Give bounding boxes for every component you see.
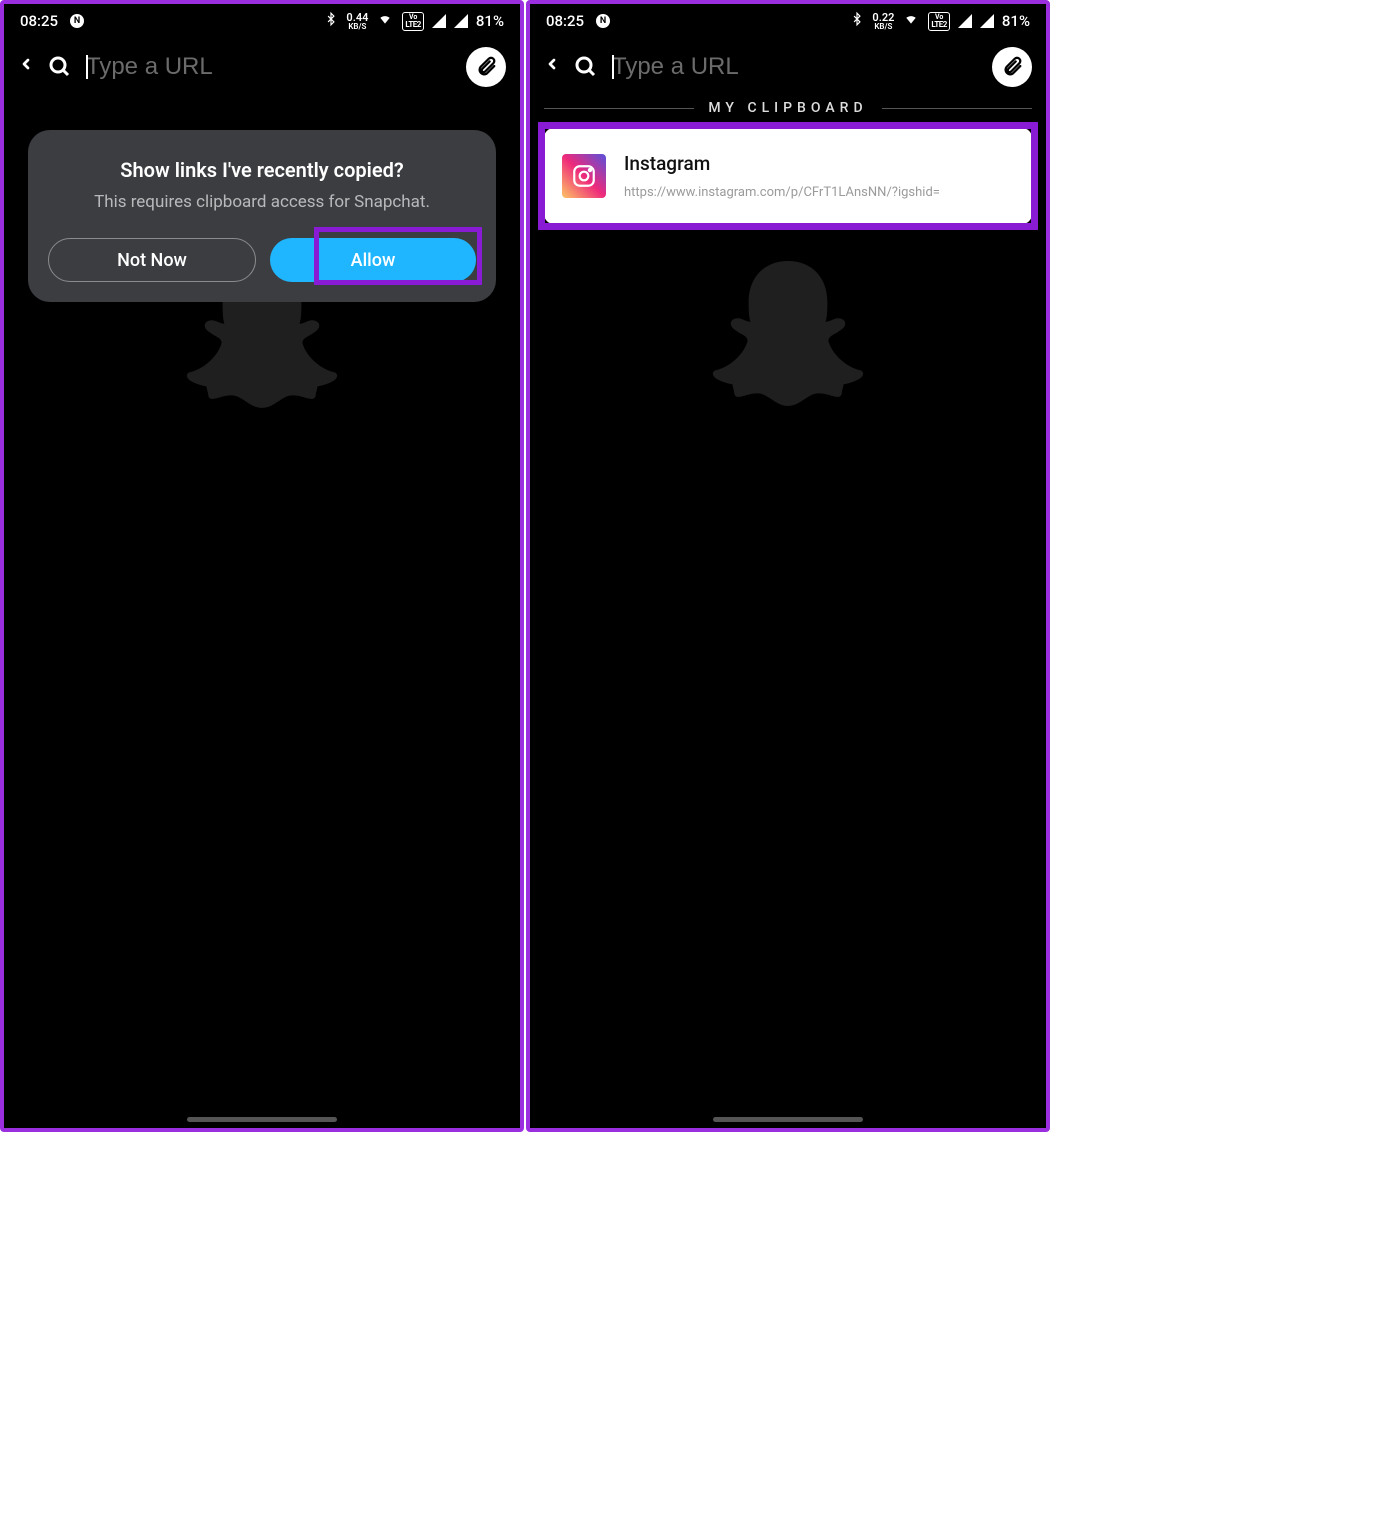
home-indicator — [713, 1117, 863, 1122]
status-bar: 08:25 N 0.22 KB/S Vo LTE2 — [530, 4, 1046, 38]
attach-button[interactable] — [466, 47, 506, 87]
search-icon[interactable] — [48, 55, 72, 79]
lte-badge: Vo LTE2 — [928, 12, 950, 31]
data-speed: 0.22 KB/S — [872, 12, 894, 31]
bluetooth-icon — [324, 10, 338, 32]
status-bar: 08:25 N 0.44 KB/S Vo LTE2 — [4, 4, 520, 38]
clipboard-label: MY CLIPBOARD — [708, 100, 867, 116]
search-header — [530, 38, 1046, 96]
battery-text: 81% — [1002, 12, 1030, 30]
clipboard-link-card[interactable]: Instagram https://www.instagram.com/p/CF… — [544, 128, 1032, 224]
clipboard-card-title: Instagram — [624, 152, 1014, 175]
clipboard-card-url: https://www.instagram.com/p/CFrT1LAnsNN/… — [624, 185, 1014, 200]
bluetooth-icon — [850, 10, 864, 32]
signal-icon — [432, 14, 446, 28]
app-indicator-icon: N — [70, 14, 84, 28]
lte-badge: Vo LTE2 — [402, 12, 424, 31]
status-time: 08:25 — [546, 12, 584, 30]
status-time: 08:25 — [20, 12, 58, 30]
home-indicator — [187, 1117, 337, 1122]
phone-left: 08:25 N 0.44 KB/S Vo LTE2 — [0, 0, 524, 1132]
signal-icon-2 — [454, 14, 468, 28]
phone-right: 08:25 N 0.22 KB/S Vo LTE2 — [526, 0, 1050, 1132]
ghost-watermark-icon — [698, 252, 878, 422]
wifi-icon — [902, 12, 920, 30]
not-now-button[interactable]: Not Now — [48, 238, 256, 282]
back-icon[interactable] — [544, 51, 560, 84]
signal-icon — [958, 14, 972, 28]
search-icon[interactable] — [574, 55, 598, 79]
url-input[interactable] — [86, 53, 396, 81]
modal-subtitle: This requires clipboard access for Snapc… — [48, 192, 476, 212]
data-speed: 0.44 KB/S — [346, 12, 368, 31]
search-header — [4, 38, 520, 96]
attach-button[interactable] — [992, 47, 1032, 87]
clipboard-section-header: MY CLIPBOARD — [530, 100, 1046, 116]
allow-button[interactable]: Allow — [270, 238, 476, 282]
battery-text: 81% — [476, 12, 504, 30]
back-icon[interactable] — [18, 51, 34, 84]
modal-title: Show links I've recently copied? — [48, 158, 476, 182]
app-indicator-icon: N — [596, 14, 610, 28]
instagram-icon — [562, 154, 606, 198]
clipboard-permission-modal: Show links I've recently copied? This re… — [28, 130, 496, 302]
url-input[interactable] — [612, 53, 922, 81]
wifi-icon — [376, 12, 394, 30]
signal-icon-2 — [980, 14, 994, 28]
